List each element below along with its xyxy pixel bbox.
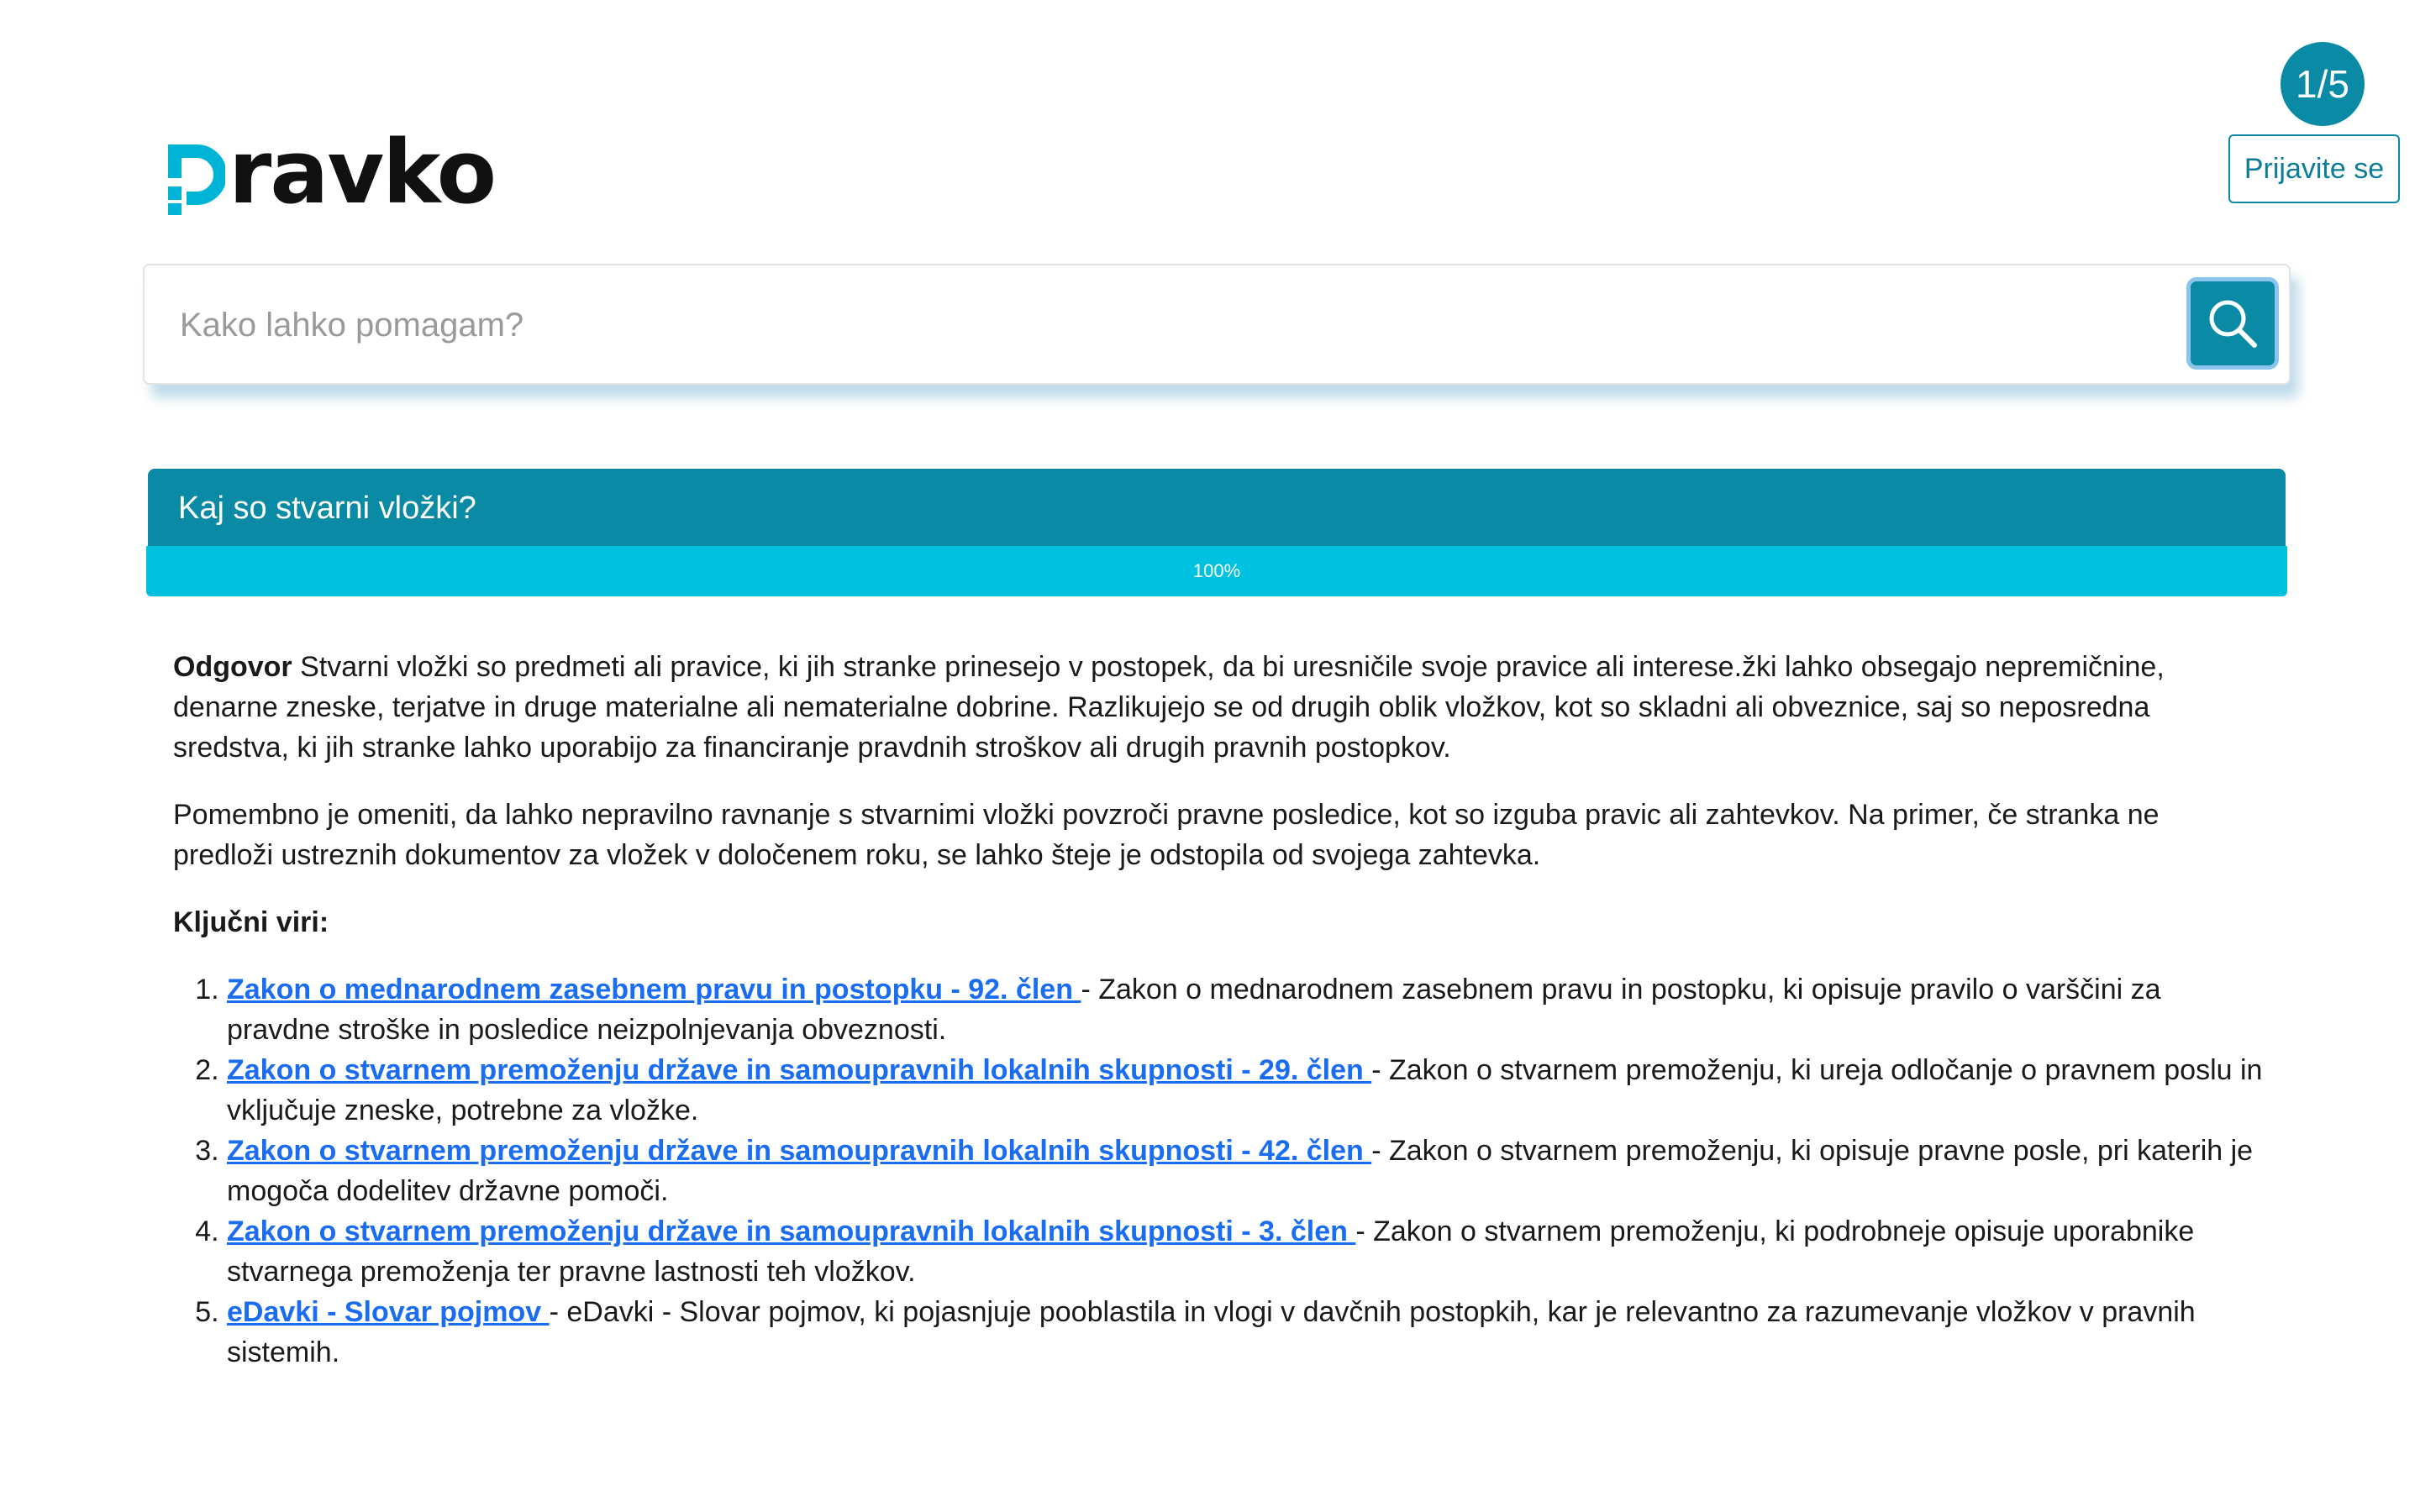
list-item: Zakon o stvarnem premoženju države in sa… <box>227 1131 2265 1211</box>
search-button[interactable] <box>2186 277 2279 370</box>
progress-label: 100% <box>1192 560 1241 581</box>
source-link[interactable]: Zakon o stvarnem premoženju države in sa… <box>227 1215 1355 1247</box>
search-icon <box>2209 300 2257 348</box>
logo-p-icon <box>168 144 225 215</box>
source-link[interactable]: Zakon o stvarnem premoženju države in sa… <box>227 1135 1371 1167</box>
source-link[interactable]: Zakon o stvarnem premoženju države in sa… <box>227 1054 1371 1086</box>
answer-lead: Odgovor <box>173 651 292 683</box>
question-title-bar: Kaj so stvarni vložki? <box>148 469 2286 548</box>
question-counter-badge: 1/5 <box>2281 42 2365 126</box>
sources-heading: Ključni viri: <box>173 906 329 938</box>
answer-text-1: Stvarni vložki so predmeti ali pravice, … <box>173 651 2165 764</box>
answer-paragraph-2: Pomembno je omeniti, da lahko nepravilno… <box>173 799 2160 871</box>
logo[interactable]: ravko <box>166 121 497 223</box>
page: 1/5 Prijavite se ravko Kaj so stvarni vl… <box>0 0 2420 1512</box>
list-item: Zakon o mednarodnem zasebnem pravu in po… <box>227 969 2265 1050</box>
progress-bar: 100% <box>146 546 2287 596</box>
search-input[interactable] <box>178 291 2114 360</box>
sources-list: Zakon o mednarodnem zasebnem pravu in po… <box>173 969 2265 1373</box>
list-item: eDavki - Slovar pojmov - eDavki - Slovar… <box>227 1292 2265 1373</box>
source-link[interactable]: Zakon o mednarodnem zasebnem pravu in po… <box>227 974 1081 1005</box>
progress-bar-fill: 100% <box>146 546 2287 596</box>
logo-text: ravko <box>229 121 497 223</box>
search-bar <box>143 264 2291 385</box>
answer-paragraph-1: Odgovor Stvarni vložki so predmeti ali p… <box>173 647 2265 768</box>
answer-section: Odgovor Stvarni vložki so predmeti ali p… <box>173 647 2265 1373</box>
list-item: Zakon o stvarnem premoženju države in sa… <box>227 1050 2265 1131</box>
login-button[interactable]: Prijavite se <box>2228 134 2400 203</box>
question-title: Kaj so stvarni vložki? <box>178 490 476 526</box>
question-counter-text: 1/5 <box>2296 62 2349 106</box>
list-item: Zakon o stvarnem premoženju države in sa… <box>227 1211 2265 1292</box>
source-link[interactable]: eDavki - Slovar pojmov <box>227 1296 550 1328</box>
